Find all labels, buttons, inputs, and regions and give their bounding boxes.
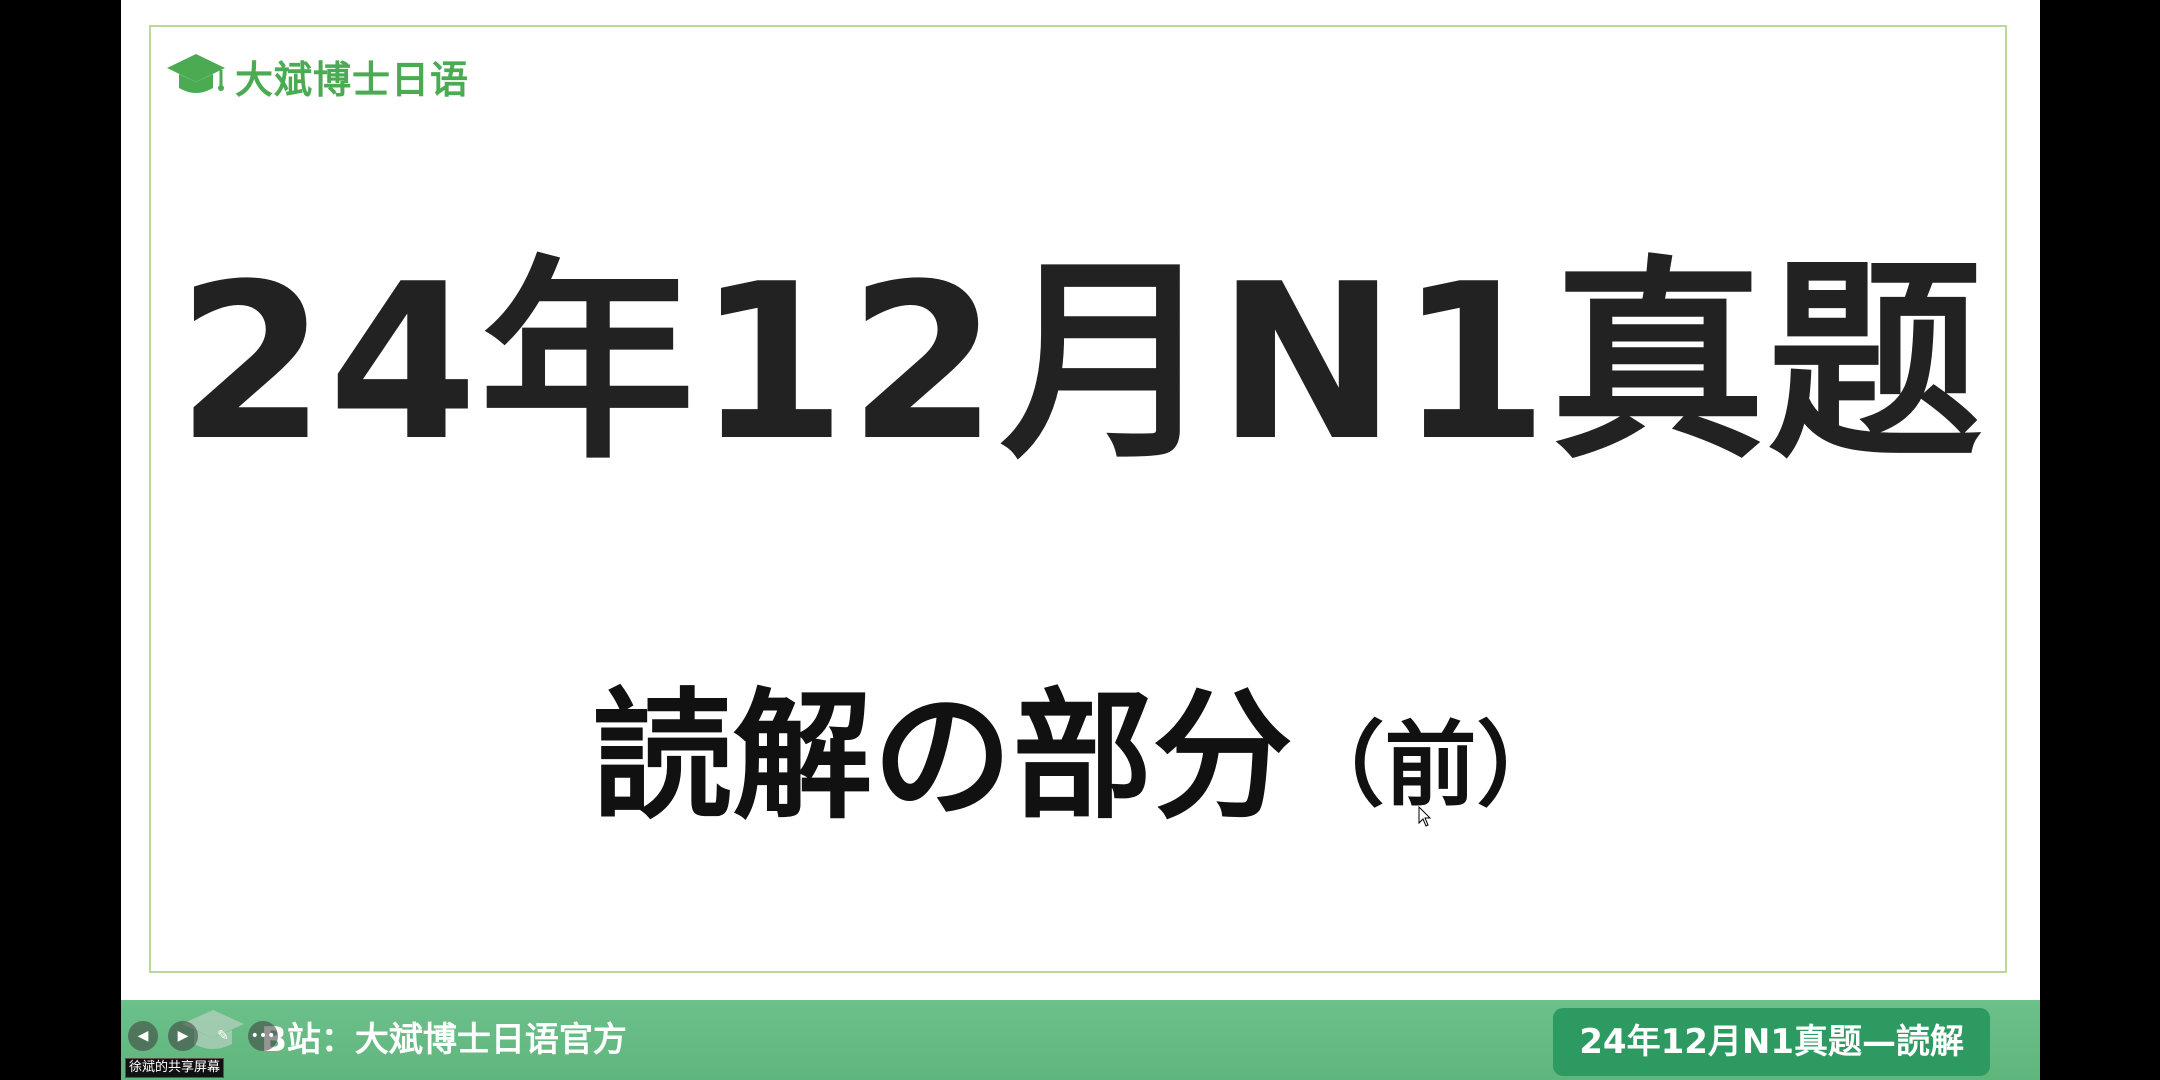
screen-share-label: 徐斌的共享屏幕	[125, 1058, 225, 1078]
slide-title: 24年12月N1真题	[176, 237, 1985, 488]
brand-logo: 大斌博士日语	[165, 48, 469, 104]
logo-text: 大斌博士日语	[235, 57, 470, 102]
graduation-cap-icon	[165, 52, 227, 100]
next-slide-icon[interactable]: ▶	[168, 1021, 198, 1051]
subtitle-main: 読解の部分	[592, 676, 1293, 839]
pen-icon[interactable]: ✎	[208, 1021, 238, 1051]
slide-footer-bar: B站：大斌博士日语官方 24年12月N1真题—読解	[121, 1000, 2040, 1080]
screen-share-viewer: 大斌博士日语 24年12月N1真题 読解の部分（前） B站：大斌博士日语官方 2…	[0, 0, 2160, 1080]
presentation-slide: 大斌博士日语 24年12月N1真题 読解の部分（前）	[121, 0, 2040, 1000]
channel-label: B站：大斌博士日语官方	[261, 1020, 627, 1060]
presentation-controls: ◀ ▶ ✎ •••	[128, 1016, 278, 1056]
more-icon[interactable]: •••	[248, 1021, 278, 1051]
series-badge: 24年12月N1真题—読解	[1553, 1008, 1990, 1076]
mouse-cursor-icon	[1418, 805, 1432, 832]
subtitle-paren: （前）	[1292, 712, 1569, 819]
prev-slide-icon[interactable]: ◀	[128, 1021, 158, 1051]
slide-subtitle: 読解の部分（前）	[121, 688, 2040, 828]
